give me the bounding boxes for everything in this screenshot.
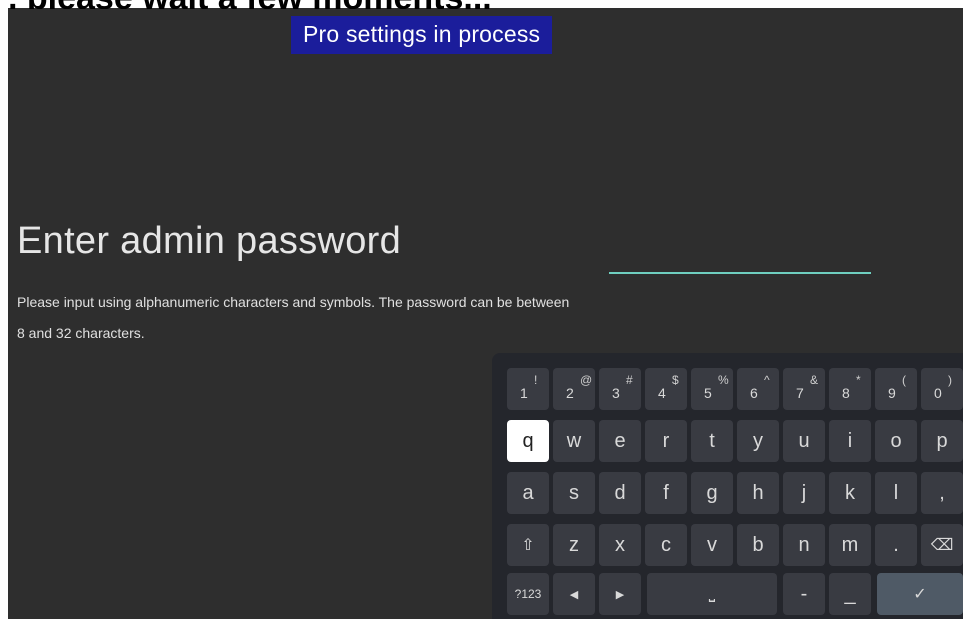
key-7[interactable]: 7 & xyxy=(783,368,825,410)
key-v[interactable]: v xyxy=(691,524,733,566)
key-m[interactable]: m xyxy=(829,524,871,566)
clipped-header-text: , please wait a few moments... xyxy=(8,0,963,9)
key-n[interactable]: n xyxy=(783,524,825,566)
key-w[interactable]: w xyxy=(553,420,595,462)
checkmark-icon: ✓ xyxy=(913,586,927,603)
key-5[interactable]: 5% xyxy=(691,368,733,410)
key-underscore[interactable]: _ xyxy=(829,573,871,615)
key-dash[interactable]: - xyxy=(783,573,825,615)
key-o[interactable]: o xyxy=(875,420,917,462)
key-d[interactable]: d xyxy=(599,472,641,514)
enter-key[interactable]: ✓ xyxy=(877,573,963,615)
key-p[interactable]: p xyxy=(921,420,963,462)
key-f[interactable]: f xyxy=(645,472,687,514)
onscreen-keyboard: 1! 2 @ 3 # 4 $ 5% 6 ^ 7 & 8 * 9( 0) q w e r t … xyxy=(492,353,963,619)
key-k[interactable]: k xyxy=(829,472,871,514)
key-j[interactable]: j xyxy=(783,472,825,514)
key-i[interactable]: i xyxy=(829,420,871,462)
key-z[interactable]: z xyxy=(553,524,595,566)
space-icon: ⎵ xyxy=(708,585,716,602)
backspace-icon: ⌫ xyxy=(930,537,954,554)
key-l[interactable]: l xyxy=(875,472,917,514)
key-period[interactable]: . xyxy=(875,524,917,566)
cursor-left-key[interactable]: ◀ xyxy=(553,573,595,615)
arrow-left-icon: ◀ xyxy=(569,588,579,601)
key-3[interactable]: 3 # xyxy=(599,368,641,410)
key-1[interactable]: 1! xyxy=(507,368,549,410)
key-g[interactable]: g xyxy=(691,472,733,514)
space-key[interactable]: ⎵ xyxy=(647,573,777,615)
key-comma[interactable]: , xyxy=(921,472,963,514)
key-4[interactable]: 4 $ xyxy=(645,368,687,410)
key-c[interactable]: c xyxy=(645,524,687,566)
key-a[interactable]: a xyxy=(507,472,549,514)
key-h[interactable]: h xyxy=(737,472,779,514)
key-x[interactable]: x xyxy=(599,524,641,566)
status-banner: Pro settings in process xyxy=(291,16,553,54)
key-9[interactable]: 9( xyxy=(875,368,917,410)
key-0[interactable]: 0) xyxy=(921,368,963,410)
tv-screen: Pro settings in process Enter admin pass… xyxy=(8,0,963,619)
key-q[interactable]: q xyxy=(507,420,549,462)
key-r[interactable]: r xyxy=(645,420,687,462)
top-clipped-header: , please wait a few moments... xyxy=(8,0,963,9)
shift-key[interactable]: ⇧ xyxy=(507,524,549,566)
password-input[interactable] xyxy=(609,272,871,274)
page-title: Enter admin password xyxy=(17,220,402,262)
key-s[interactable]: s xyxy=(553,472,595,514)
key-y[interactable]: y xyxy=(737,420,779,462)
backspace-key[interactable]: ⌫ xyxy=(921,524,963,566)
key-e[interactable]: e xyxy=(599,420,641,462)
shift-icon: ⇧ xyxy=(521,537,535,554)
page-description: Please input using alphanumeric characte… xyxy=(17,294,570,341)
cursor-right-key[interactable]: ▶ xyxy=(599,573,641,615)
key-6[interactable]: 6 ^ xyxy=(737,368,779,410)
key-b[interactable]: b xyxy=(737,524,779,566)
symbols-key[interactable]: ?123 xyxy=(507,573,549,615)
key-t[interactable]: t xyxy=(691,420,733,462)
key-2[interactable]: 2 @ xyxy=(553,368,595,410)
arrow-right-icon: ▶ xyxy=(615,588,625,601)
key-8[interactable]: 8 * xyxy=(829,368,871,410)
key-u[interactable]: u xyxy=(783,420,825,462)
